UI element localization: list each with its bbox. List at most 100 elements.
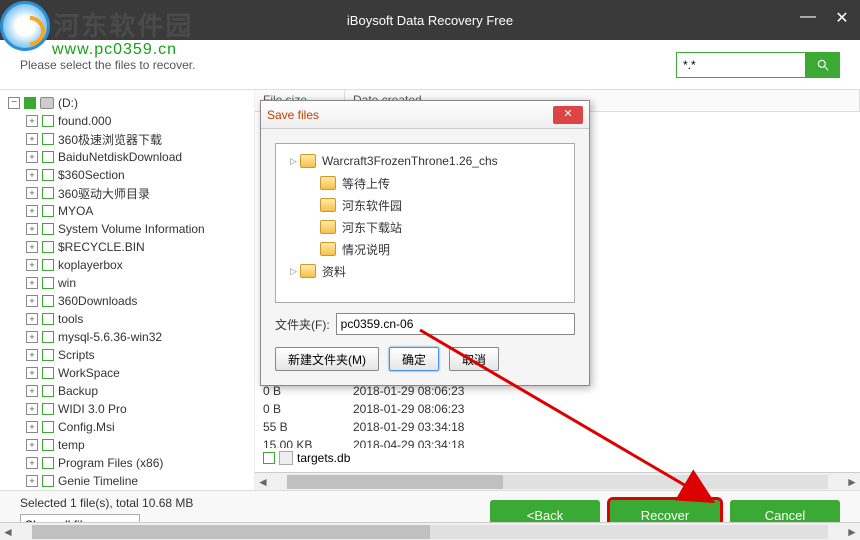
tree-item[interactable]: +$360Section [18,166,254,184]
checkbox[interactable] [42,205,54,217]
checkbox[interactable] [42,115,54,127]
checkbox[interactable] [42,277,54,289]
tree-item[interactable]: +$RECYCLE.BIN [18,238,254,256]
collapse-icon[interactable]: − [8,97,20,109]
checkbox[interactable] [42,151,54,163]
checkbox[interactable] [42,241,54,253]
expand-icon[interactable]: + [26,349,38,361]
checkbox[interactable] [42,385,54,397]
checkbox[interactable] [263,452,275,464]
folder-item[interactable]: 等待上传 [282,172,568,194]
folder-list[interactable]: ▷Warcraft3FrozenThrone1.26_chs等待上传河东软件园河… [275,143,575,303]
tree-item[interactable]: +Scripts [18,346,254,364]
folder-item[interactable]: 河东软件园 [282,194,568,216]
tree-item[interactable]: +BaiduNetdiskDownload [18,148,254,166]
tree-item[interactable]: +WorkSpace [18,364,254,382]
tree-item[interactable]: +MYOA [18,202,254,220]
tree-root[interactable]: − (D:) [0,94,254,112]
folder-item[interactable]: ▷Warcraft3FrozenThrone1.26_chs [282,150,568,172]
expand-icon[interactable]: + [26,313,38,325]
tree-item[interactable]: +found.000 [18,112,254,130]
expand-icon[interactable]: + [26,151,38,163]
scroll-left-icon[interactable]: ◄ [255,475,271,489]
expand-icon[interactable]: + [26,241,38,253]
tree-item[interactable]: +mysql-5.6.36-win32 [18,328,254,346]
expand-icon[interactable]: + [26,331,38,343]
checkbox[interactable] [42,421,54,433]
expand-icon[interactable]: + [26,295,38,307]
tree-item[interactable]: +win [18,274,254,292]
checkbox[interactable] [42,169,54,181]
dialog-close-button[interactable]: ✕ [553,106,583,124]
dialog-cancel-button[interactable]: 取消 [449,347,499,371]
file-row-targets[interactable]: targets.db [255,448,860,468]
checkbox[interactable] [42,223,54,235]
checkbox[interactable] [42,259,54,271]
filename-label: 文件夹(F): [275,316,330,333]
expand-icon[interactable]: + [26,403,38,415]
save-dialog: Save files ✕ ▷Warcraft3FrozenThrone1.26_… [260,100,590,386]
expand-icon[interactable]: + [26,421,38,433]
tree-item[interactable]: +Backup [18,382,254,400]
checkbox[interactable] [42,187,54,199]
expand-icon[interactable]: + [26,223,38,235]
expand-icon[interactable]: + [26,439,38,451]
checkbox[interactable] [42,457,54,469]
tree-item[interactable]: +360驱动大师目录 [18,184,254,202]
file-row[interactable]: 0 B2018-01-29 08:06:23 [255,400,860,418]
folder-tree[interactable]: − (D:) +found.000+360极速浏览器下载+BaiduNetdis… [0,90,255,490]
scroll-right-icon[interactable]: ► [844,475,860,489]
tree-item[interactable]: +Program Files (x86) [18,454,254,472]
search-input[interactable] [676,52,806,78]
expand-icon[interactable]: + [26,169,38,181]
tree-item[interactable]: +WIDI 3.0 Pro [18,400,254,418]
tree-item[interactable]: + Config.Msi [18,418,254,436]
expand-tri-icon[interactable]: ▷ [290,266,300,277]
scroll-thumb[interactable] [287,475,503,489]
folder-item[interactable]: 情况说明 [282,238,568,260]
checkbox[interactable] [42,295,54,307]
search-button[interactable] [806,52,840,78]
expand-icon[interactable]: + [26,277,38,289]
tree-item-label: System Volume Information [58,222,205,236]
filename-input[interactable] [336,313,575,335]
expand-icon[interactable]: + [26,475,38,487]
tree-item[interactable]: +360极速浏览器下载 [18,130,254,148]
file-size: 55 B [255,420,345,434]
tree-item[interactable]: +tools [18,310,254,328]
folder-item[interactable]: 河东下载站 [282,216,568,238]
tree-item[interactable]: +360Downloads [18,292,254,310]
new-folder-button[interactable]: 新建文件夹(M) [275,347,379,371]
tree-item[interactable]: + System Volume Information [18,220,254,238]
expand-icon[interactable]: + [26,367,38,379]
folder-icon [320,220,336,234]
expand-tri-icon[interactable]: ▷ [290,156,300,167]
minimize-button[interactable]: — [798,8,818,28]
tree-item[interactable]: +Genie Timeline [18,472,254,490]
close-button[interactable]: ✕ [832,8,852,28]
tree-item-label: Config.Msi [58,420,115,434]
checkbox[interactable] [42,349,54,361]
file-row[interactable]: 55 B2018-01-29 03:34:18 [255,418,860,436]
checkbox[interactable] [42,439,54,451]
checkbox[interactable] [42,475,54,487]
checkbox[interactable] [42,133,54,145]
expand-icon[interactable]: + [26,187,38,199]
expand-icon[interactable]: + [26,133,38,145]
checkbox[interactable] [42,331,54,343]
tree-item[interactable]: +temp [18,436,254,454]
expand-icon[interactable]: + [26,115,38,127]
checkbox[interactable] [42,403,54,415]
expand-icon[interactable]: + [26,259,38,271]
expand-icon[interactable]: + [26,385,38,397]
checkbox[interactable] [42,313,54,325]
expand-icon[interactable]: + [26,205,38,217]
checkbox[interactable] [42,367,54,379]
checkbox[interactable] [24,97,36,109]
tree-item[interactable]: +koplayerbox [18,256,254,274]
file-scrollbar[interactable]: ◄ ► [255,472,860,490]
file-date: 2018-01-29 08:06:23 [345,402,860,416]
ok-button[interactable]: 确定 [389,347,439,371]
expand-icon[interactable]: + [26,457,38,469]
folder-item[interactable]: ▷资料 [282,260,568,282]
